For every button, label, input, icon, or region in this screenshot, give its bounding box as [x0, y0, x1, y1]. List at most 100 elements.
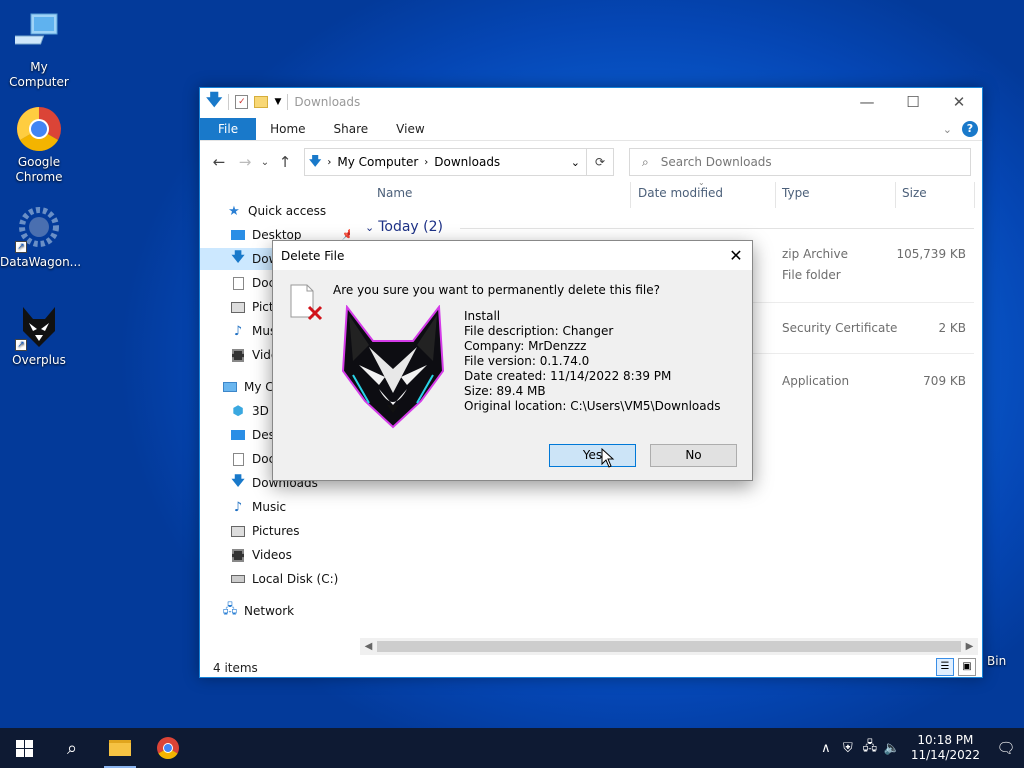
breadcrumb-my-computer[interactable]: My Computer: [337, 155, 418, 169]
no-button[interactable]: No: [650, 444, 737, 467]
dialog-title-bar[interactable]: Delete File: [273, 241, 752, 270]
minimize-button[interactable]: —: [844, 88, 890, 116]
music-icon: ♪: [233, 499, 243, 515]
tab-home[interactable]: Home: [256, 118, 319, 140]
shortcut-arrow-icon: ↗: [15, 241, 27, 253]
taskbar-chrome[interactable]: [144, 728, 192, 768]
chrome-icon: [15, 105, 63, 153]
column-header-date[interactable]: Date modified: [638, 186, 723, 206]
dialog-close-button[interactable]: ✕: [720, 241, 752, 270]
file-original-location: Original location: C:\Users\VM5\Download…: [464, 399, 721, 413]
clock-time: 10:18 PM: [917, 733, 974, 747]
close-button[interactable]: ✕: [936, 88, 982, 116]
chevron-down-icon: ⌄: [365, 221, 375, 234]
volume-icon[interactable]: 🔈: [881, 741, 903, 756]
breadcrumb-chevron-icon[interactable]: ›: [327, 157, 331, 168]
large-icons-view-icon[interactable]: ▣: [958, 658, 976, 676]
maximize-button[interactable]: ☐: [890, 88, 936, 116]
row-type: Security Certificate: [782, 321, 898, 335]
column-header-size[interactable]: Size: [902, 186, 927, 206]
download-arrow-icon: 🡇: [309, 153, 322, 168]
tab-file[interactable]: File: [200, 118, 257, 140]
nav-item-pc-pictures[interactable]: Pictures: [230, 520, 300, 542]
help-icon[interactable]: ?: [962, 121, 978, 137]
show-hidden-icons-icon[interactable]: ∧: [815, 741, 837, 756]
desktop-icon-overplus[interactable]: ↗ Overplus: [0, 303, 78, 368]
search-icon: ⌕: [66, 737, 78, 759]
scroll-left-icon[interactable]: ◀: [360, 641, 377, 652]
recycle-bin-label[interactable]: Bin: [987, 654, 1006, 668]
delete-file-icon: [289, 283, 323, 321]
document-icon: [230, 451, 246, 467]
horizontal-scrollbar[interactable]: ◀ ▶: [360, 638, 978, 655]
refresh-button[interactable]: ⟳: [587, 148, 614, 176]
cube-icon: ⬢: [232, 403, 244, 419]
back-arrow-icon[interactable]: ←: [206, 153, 232, 171]
network-icon: 🖧: [222, 602, 238, 617]
nav-item-pc-music[interactable]: ♪ Music: [230, 496, 286, 518]
nav-quick-access[interactable]: ★ Quick access: [226, 200, 326, 222]
wolf-app-icon: [339, 304, 447, 429]
file-version: File version: 0.1.74.0: [464, 354, 590, 368]
network-icon[interactable]: 🖧: [859, 737, 881, 759]
nav-network[interactable]: 🖧 Network: [222, 600, 294, 618]
forward-arrow-icon[interactable]: →: [232, 153, 258, 171]
ribbon-tabs: File Home Share View ⌄ ?: [200, 118, 982, 141]
row-size: 2 KB: [938, 321, 966, 335]
file-company: Company: MrDenzzz: [464, 339, 587, 353]
start-button[interactable]: [0, 728, 48, 768]
desktop-icon-datawagon[interactable]: ↗ DataWagon...: [0, 205, 82, 270]
nav-item-pc-videos[interactable]: Videos: [230, 544, 292, 566]
tab-share[interactable]: Share: [320, 118, 383, 140]
search-box[interactable]: ⌕ Search Downloads: [629, 148, 971, 176]
pictures-icon: [230, 523, 246, 539]
file-info: Install File description: Changer Compan…: [464, 309, 721, 414]
scroll-right-icon[interactable]: ▶: [961, 641, 978, 652]
file-description: File description: Changer: [464, 324, 614, 338]
videos-icon: [230, 347, 246, 363]
address-dropdown-icon[interactable]: ⌄: [571, 156, 580, 169]
search-input[interactable]: Search Downloads: [661, 155, 772, 169]
pictures-icon: [230, 299, 246, 315]
desktop-icon-label: My Computer: [9, 60, 69, 89]
new-folder-icon[interactable]: [254, 96, 269, 108]
desktop-icon: [230, 227, 246, 243]
desktop-icon-label: DataWagon...: [0, 255, 82, 269]
yes-button[interactable]: Yes: [549, 444, 636, 467]
navigation-bar: ← → ⌄ ↑ 🡇 › My Computer › Downloads ⌄ ⟳ …: [200, 146, 982, 178]
column-header-name[interactable]: Name: [377, 186, 412, 206]
gear-icon: ↗: [15, 205, 63, 253]
up-arrow-icon[interactable]: ↑: [272, 153, 298, 171]
address-bar[interactable]: 🡇 › My Computer › Downloads ⌄: [304, 148, 587, 176]
window-title: Downloads: [294, 95, 361, 109]
notifications-icon[interactable]: 🗨: [988, 739, 1024, 757]
status-item-count: 4 items: [213, 661, 258, 675]
security-icon[interactable]: ⛨: [837, 741, 859, 756]
clock[interactable]: 10:18 PM 11/14/2022: [903, 733, 988, 763]
recent-locations-icon[interactable]: ⌄: [258, 157, 272, 168]
computer-icon: [9, 10, 63, 58]
title-bar[interactable]: 🡇 ✓ ▼ Downloads — ☐ ✕: [200, 88, 982, 116]
expand-ribbon-icon[interactable]: ⌄: [943, 123, 952, 136]
wolf-icon: ↗: [15, 303, 63, 351]
desktop-icon-my-computer[interactable]: My Computer: [0, 10, 78, 90]
desktop-icon-google-chrome[interactable]: Google Chrome: [0, 105, 78, 185]
scroll-thumb[interactable]: [377, 641, 961, 652]
group-header-today[interactable]: ⌄ Today (2): [365, 219, 443, 235]
row-type: File folder: [782, 268, 841, 282]
download-arrow-icon: 🡇: [231, 474, 245, 489]
column-header-type[interactable]: Type: [782, 186, 810, 206]
breadcrumb-downloads[interactable]: Downloads: [434, 155, 500, 169]
quick-access-dropdown-icon[interactable]: ▼: [274, 97, 281, 107]
taskbar-search-button[interactable]: ⌕: [48, 728, 96, 768]
nav-item-local-disk[interactable]: Local Disk (C:): [230, 568, 338, 590]
tab-view[interactable]: View: [382, 118, 438, 140]
search-icon: ⌕: [642, 154, 649, 169]
breadcrumb-chevron-icon[interactable]: ›: [424, 157, 428, 168]
taskbar-file-explorer[interactable]: [96, 728, 144, 768]
details-view-icon[interactable]: ☰: [936, 658, 954, 676]
taskbar: ⌕ ∧ ⛨ 🖧 🔈 10:18 PM 11/14/2022 🗨: [0, 728, 1024, 768]
pin-icon: 📌: [341, 229, 351, 241]
download-arrow-icon: 🡇: [206, 89, 223, 109]
properties-icon[interactable]: ✓: [235, 95, 249, 109]
